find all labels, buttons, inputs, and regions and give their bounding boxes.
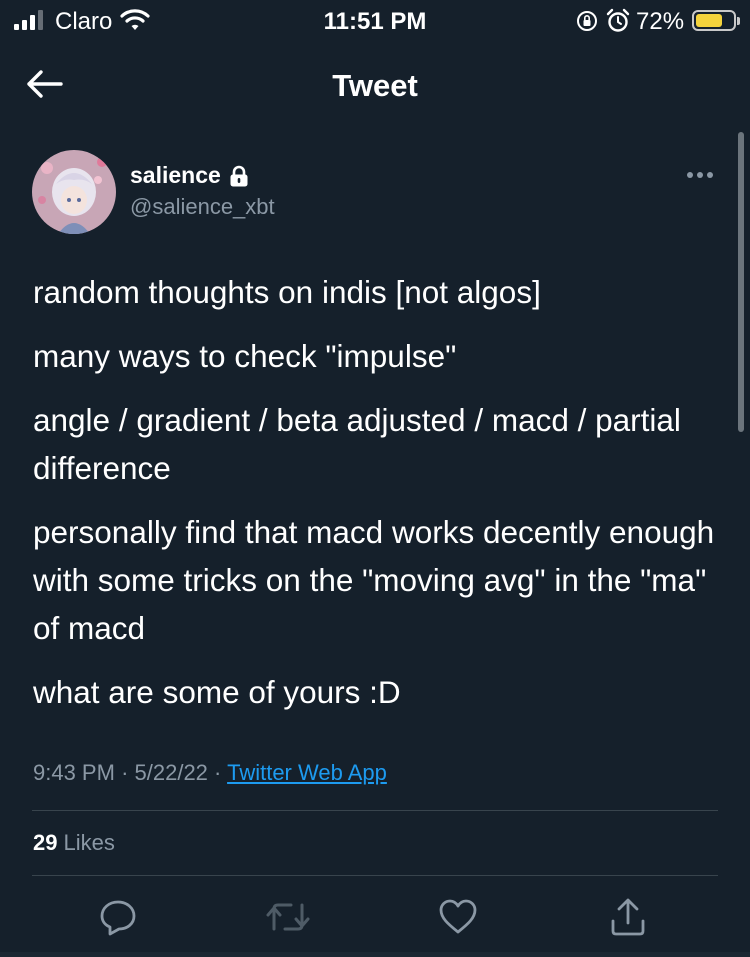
orientation-lock-icon (575, 9, 599, 38)
more-horizontal-icon (687, 172, 693, 178)
scrollbar[interactable] (738, 132, 744, 432)
tweet-paragraph: personally find that macd works decently… (33, 514, 715, 646)
tweet-paragraph: random thoughts on indis [not algos] (33, 274, 541, 310)
tweet-source-link[interactable]: Twitter Web App (227, 760, 387, 785)
tweet-paragraph: what are some of yours :D (33, 674, 401, 710)
more-options-button[interactable] (680, 160, 720, 190)
tweet-paragraph: many ways to check "impulse" (33, 338, 457, 374)
like-icon (439, 899, 477, 934)
author-name-text: salience (130, 162, 221, 188)
alarm-icon (606, 8, 630, 39)
author-handle[interactable]: @salience_xbt (130, 194, 275, 220)
status-bar: Claro 11:51 PM 72% (0, 0, 750, 42)
share-button[interactable] (605, 894, 651, 940)
retweet-button[interactable] (265, 894, 311, 940)
likes-number: 29 (33, 830, 58, 855)
bottom-edge (0, 952, 750, 957)
reply-button[interactable] (95, 894, 141, 940)
separator: · (214, 760, 222, 785)
tweet-timestamp: 9:43 PM · 5/22/22 · Twitter Web App (33, 760, 387, 786)
retweet-icon (266, 903, 310, 931)
like-button[interactable] (435, 894, 481, 940)
nav-bar: Tweet (0, 48, 750, 128)
tweet-paragraph: angle / gradient / beta adjusted / macd … (33, 402, 681, 486)
tweet-date: 5/22/22 (134, 760, 208, 785)
avatar[interactable] (32, 150, 116, 234)
reply-icon (100, 900, 136, 936)
likes-count[interactable]: 29 Likes (33, 830, 115, 856)
divider (32, 875, 718, 876)
tweet-actions (0, 890, 750, 940)
divider (32, 810, 718, 811)
tweet-time: 9:43 PM (33, 760, 115, 785)
battery-icon (692, 10, 740, 31)
page-title: Tweet (332, 68, 418, 103)
battery-percent: 72% (636, 8, 685, 35)
separator: · (121, 760, 129, 785)
lock-icon (230, 165, 248, 186)
share-icon (611, 898, 645, 936)
likes-label: Likes (63, 830, 115, 855)
tweet-text: random thoughts on indis [not algos] man… (33, 268, 723, 732)
author-name[interactable]: salience (130, 162, 249, 189)
